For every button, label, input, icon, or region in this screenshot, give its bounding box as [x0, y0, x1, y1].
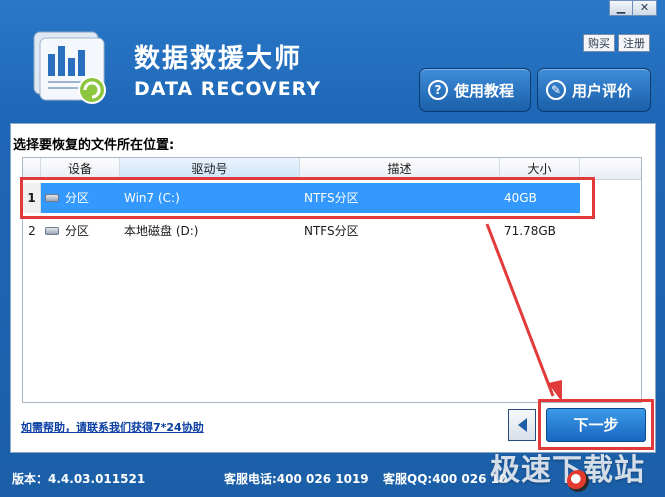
tutorial-button[interactable]: ? 使用教程: [419, 68, 531, 112]
watermark-logo-icon: [567, 470, 589, 492]
row-device-label: 分区: [65, 224, 90, 238]
window-controls: ▁ ✕: [609, 0, 657, 16]
app-title-en: DATA RECOVERY: [134, 78, 322, 100]
back-button[interactable]: [508, 409, 536, 441]
location-prompt: 选择要恢复的文件所在位置:: [13, 138, 175, 153]
disk-icon: [45, 227, 59, 235]
chat-icon: ✎: [546, 80, 566, 100]
row-index: 2: [23, 216, 41, 246]
version-text: 版本：4.4.03.011521: [12, 472, 146, 486]
app-title-cn: 数据救援大师: [134, 44, 303, 74]
back-arrow-icon: [517, 418, 527, 432]
app-window: ▁ ✕ 数据救援大师 DATA RECOVERY 购买 注册 ? 使用教程 ✎ …: [0, 0, 665, 497]
table-row[interactable]: 2 分区 本地磁盘 (D:) NTFS分区 71.78GB: [23, 216, 641, 246]
review-button[interactable]: ✎ 用户评价: [537, 68, 651, 112]
tutorial-label: 使用教程: [454, 81, 515, 100]
buy-button[interactable]: 购买: [583, 34, 615, 52]
review-label: 用户评价: [572, 81, 633, 100]
next-highlight-box: [538, 399, 654, 450]
row-highlight-box: [20, 177, 595, 219]
row-desc: NTFS分区: [304, 224, 359, 238]
row-size: 71.78GB: [504, 224, 556, 238]
row-drive: 本地磁盘 (D:): [124, 224, 199, 238]
row-device: 分区: [41, 216, 120, 246]
qq-text: 客服QQ:400 026 10: [383, 472, 508, 486]
help-icon: ?: [428, 80, 448, 100]
phone-text: 客服电话:400 026 1019: [224, 472, 369, 486]
help-link[interactable]: 如需帮助，请联系我们获得7*24协助: [21, 419, 204, 435]
register-button[interactable]: 注册: [618, 34, 650, 52]
close-button[interactable]: ✕: [633, 0, 657, 16]
account-buttons: 购买 注册: [583, 34, 650, 52]
app-logo-icon: [33, 31, 106, 104]
minimize-button[interactable]: ▁: [609, 0, 633, 16]
